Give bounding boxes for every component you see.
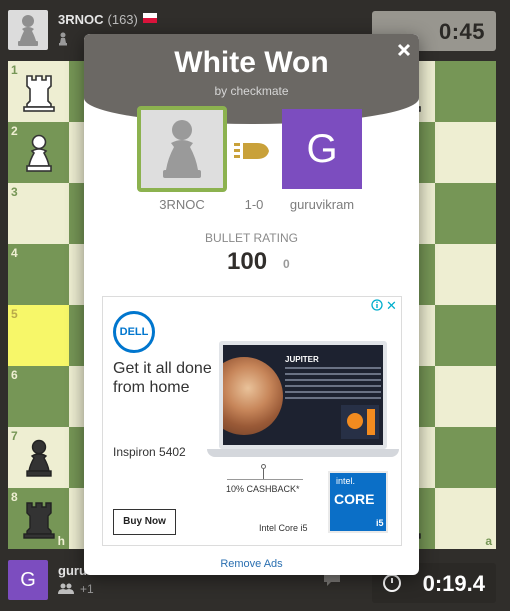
- buy-now-button[interactable]: Buy Now: [113, 509, 176, 535]
- close-button[interactable]: [394, 41, 414, 61]
- ad-info-icon[interactable]: [371, 299, 383, 311]
- intel-badge-tier: i5: [376, 518, 384, 528]
- file-label: a: [485, 534, 492, 548]
- board-square[interactable]: [435, 61, 496, 122]
- modal-title: White Won: [174, 46, 329, 79]
- board-square[interactable]: [435, 183, 496, 244]
- flag-icon: [142, 13, 157, 23]
- winner-avatar[interactable]: [137, 106, 227, 192]
- screen-chart: [341, 405, 379, 439]
- board-square[interactable]: 7: [8, 427, 69, 488]
- rating-delta: 0: [283, 257, 290, 271]
- loser-avatar[interactable]: G: [282, 109, 362, 189]
- cashback-pointer-stem: [263, 469, 264, 479]
- bullet-icon: [232, 140, 270, 167]
- board-square[interactable]: a: [435, 488, 496, 549]
- screen-text-lines: [285, 367, 381, 403]
- remove-ads-link[interactable]: Remove Ads: [84, 558, 419, 570]
- pawn-icon: [163, 120, 201, 178]
- laptop-image: JUPITER: [219, 341, 387, 449]
- ad-headline: Get it all done from home: [113, 360, 212, 396]
- rank-label: 3: [11, 185, 18, 199]
- board-square[interactable]: 3: [8, 183, 69, 244]
- intel-badge-core: CORE: [334, 491, 375, 507]
- bottom-player-name[interactable]: guru: [58, 563, 87, 578]
- board-square[interactable]: [435, 427, 496, 488]
- ad-close-icon[interactable]: ✕: [386, 298, 397, 314]
- dell-logo: DELL: [113, 311, 155, 353]
- loser-name[interactable]: guruvikram: [277, 197, 367, 212]
- rating-value: 100: [227, 248, 268, 275]
- group-icon: [58, 583, 74, 594]
- top-player-avatar[interactable]: [8, 10, 48, 50]
- rank-label: 5: [11, 307, 18, 321]
- top-player-name[interactable]: 3RNOC (163): [58, 12, 157, 27]
- rank-label: 4: [11, 246, 18, 260]
- bottom-clock-time: 0:19.4: [422, 571, 485, 596]
- rating-label: BULLET RATING: [205, 231, 298, 245]
- board-square[interactable]: 2: [8, 122, 69, 183]
- white-rook-icon: [22, 74, 55, 112]
- intel-caption: Intel Core i5: [259, 523, 308, 533]
- cashback-text: 10% CASHBACK*: [226, 484, 300, 494]
- board-square[interactable]: 4: [8, 244, 69, 305]
- top-player-status: [58, 32, 68, 49]
- top-player-username[interactable]: 3RNOC: [58, 12, 104, 27]
- intel-core-badge: intel. CORE i5: [328, 471, 388, 533]
- board-square[interactable]: 8 h: [8, 488, 69, 549]
- intel-badge-brand: intel.: [336, 476, 356, 486]
- cashback-divider: [227, 479, 303, 480]
- close-icon: [397, 43, 411, 57]
- jupiter-image: [223, 357, 283, 435]
- board-square[interactable]: [435, 366, 496, 427]
- board-square[interactable]: 1: [8, 61, 69, 122]
- board-square[interactable]: 6: [8, 366, 69, 427]
- bottom-player-count: +1: [80, 582, 94, 596]
- black-pawn[interactable]: [8, 427, 69, 488]
- top-player-rating: (163): [107, 12, 138, 27]
- black-pawn-icon: [25, 439, 52, 477]
- clock-icon: [383, 574, 401, 592]
- bottom-player-status: +1: [58, 582, 94, 596]
- screen-title: JUPITER: [285, 355, 319, 364]
- game-score: 1-0: [244, 197, 264, 212]
- laptop-base: [207, 449, 399, 457]
- black-rook[interactable]: [8, 488, 69, 549]
- bottom-player-avatar[interactable]: G: [8, 560, 48, 600]
- winner-name[interactable]: 3RNOC: [137, 197, 227, 212]
- board-square[interactable]: [435, 122, 496, 183]
- rank-label: 6: [11, 368, 18, 382]
- ad-model: Inspiron 5402: [113, 445, 186, 459]
- advertisement[interactable]: ✕ DELL Get it all done from home Inspiro…: [102, 296, 402, 546]
- board-square[interactable]: [435, 244, 496, 305]
- white-pawn-icon: [25, 134, 52, 172]
- game-screen: 3RNOC (163) 0:45 1 2 3 4 5 6 7 8 h a G g…: [0, 0, 510, 611]
- pawn-small-icon: [59, 32, 67, 46]
- modal-subtitle: by checkmate: [214, 84, 289, 98]
- highlighted-square[interactable]: 5: [8, 305, 69, 366]
- black-rook-icon: [22, 501, 55, 539]
- pawn-icon: [18, 15, 38, 46]
- white-rook[interactable]: [8, 61, 69, 122]
- white-pawn[interactable]: [8, 122, 69, 183]
- board-square[interactable]: [435, 305, 496, 366]
- game-over-modal: White Won by checkmate G 3RNOC 1-0 guruv…: [84, 34, 419, 575]
